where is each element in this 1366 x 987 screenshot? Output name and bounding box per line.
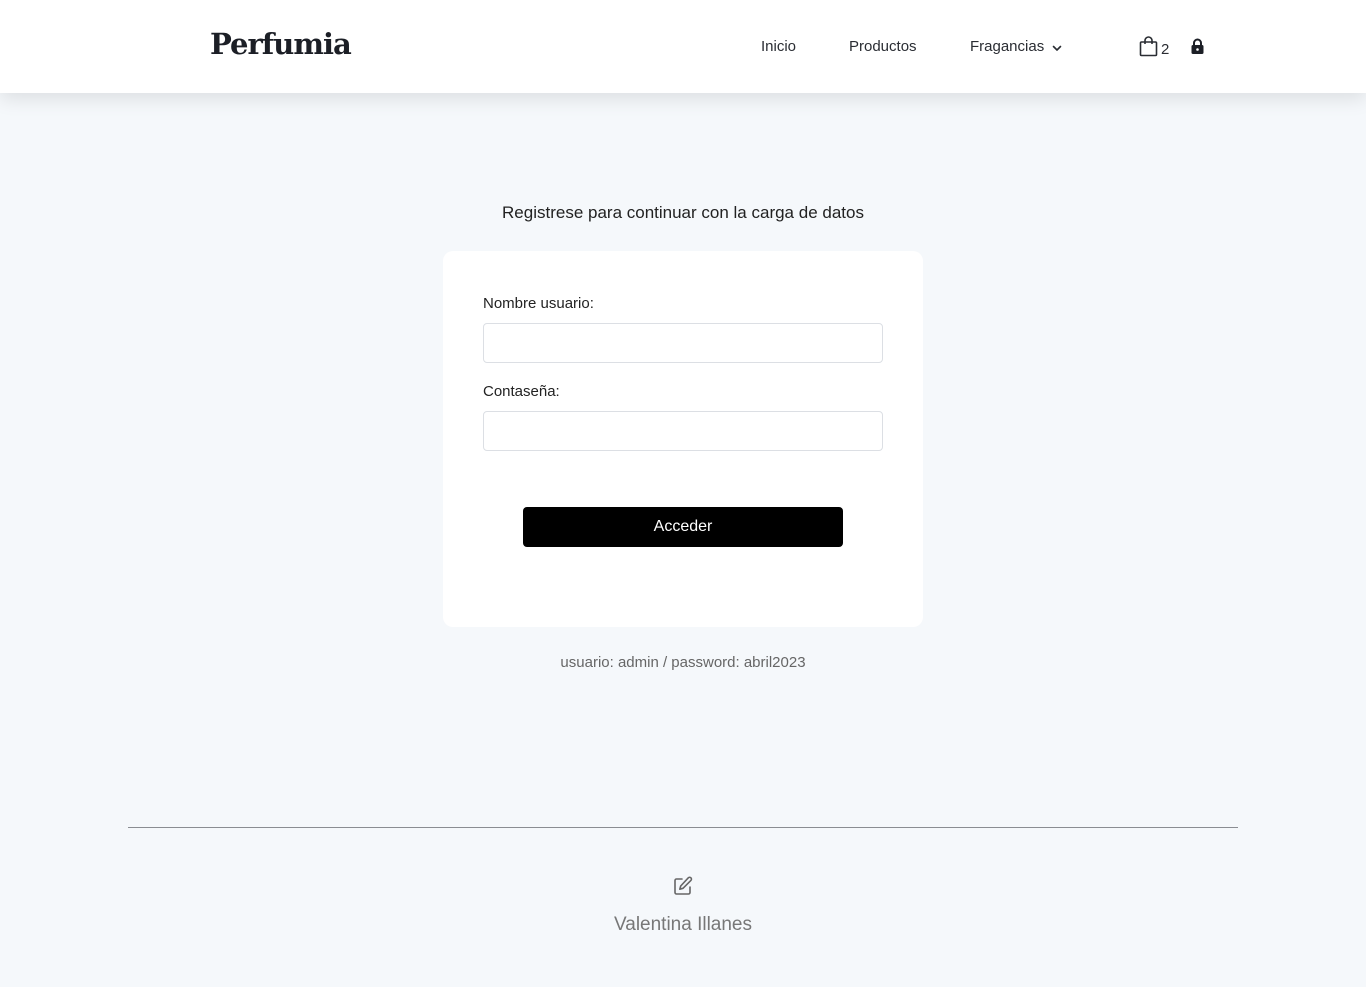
cart-button[interactable]: 2 [1139,36,1169,62]
cart-count: 2 [1161,40,1170,58]
nav-link-inicio[interactable]: Inicio [761,38,796,55]
credentials-hint: usuario: admin / password: abril2023 [560,654,806,671]
lock-icon[interactable] [1190,38,1205,60]
footer-divider [128,827,1238,828]
password-input[interactable] [483,411,883,451]
site-header: Perfumia Inicio Productos Fragancias 2 [0,0,1366,93]
edit-icon[interactable] [673,876,693,901]
nav-dropdown-fragancias[interactable]: Fragancias [970,38,1062,56]
login-intro-text: Registrese para continuar con la carga d… [502,203,864,222]
nav-dropdown-fragancias-label: Fragancias [970,38,1045,55]
password-label: Contaseña: [483,383,560,400]
nav-link-productos[interactable]: Productos [849,38,917,55]
site-logo[interactable]: Perfumia [210,27,352,61]
shopping-bag-icon [1139,36,1158,62]
footer-author: Valentina Illanes [613,914,753,935]
username-input[interactable] [483,323,883,363]
chevron-down-icon [1052,39,1062,56]
username-label: Nombre usuario: [483,295,594,312]
login-submit-button[interactable]: Acceder [523,507,843,547]
login-form-card: Nombre usuario: Contaseña: Acceder [443,251,923,627]
